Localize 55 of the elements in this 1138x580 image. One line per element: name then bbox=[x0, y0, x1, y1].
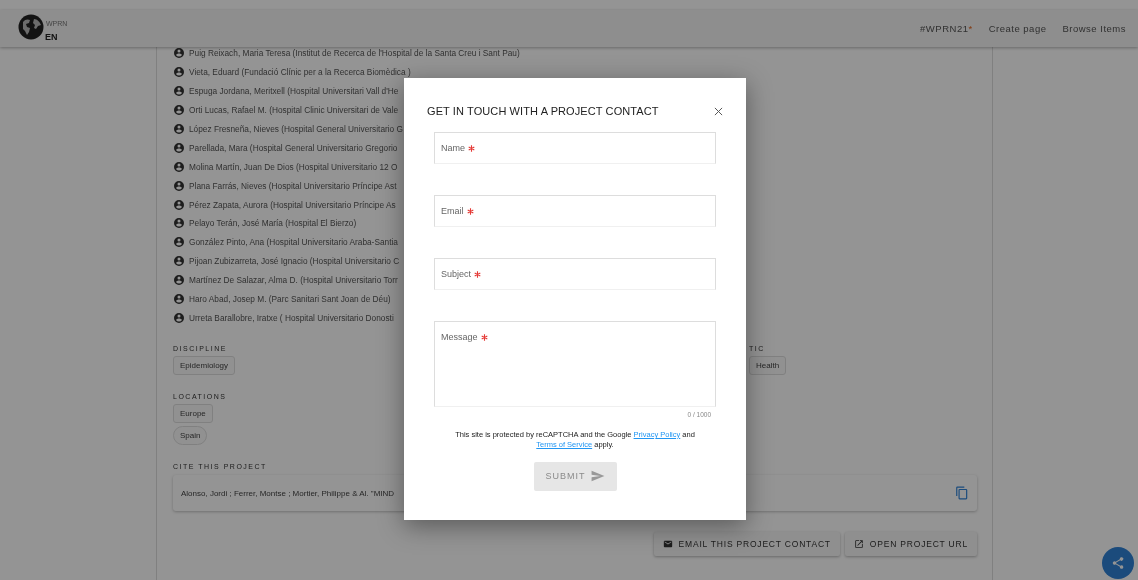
person-icon bbox=[173, 274, 185, 287]
share-icon bbox=[1111, 556, 1125, 570]
person-icon bbox=[173, 179, 185, 192]
hashtag-link[interactable]: #WPRN21 bbox=[920, 23, 969, 34]
contact-name: Urreta Barallobre, Iratxe ( Hospital Universitario Donosti bbox=[189, 312, 394, 323]
external-link-icon bbox=[853, 539, 864, 550]
contact-name: Pelayo Terán, José María (Hospital El Bierzo) bbox=[189, 218, 357, 229]
contact-name: Espuga Jordana, Meritxell (Hospital Universitari Vall d'He bbox=[189, 86, 399, 97]
contact-name: López Fresneña, Nieves (Hospital General Universitario G bbox=[189, 124, 403, 134]
contact-name: Puig Reixach, Maria Teresa (Institut de Recerca de l'Hospital de la Santa Creu i Sant Pau) bbox=[189, 48, 520, 59]
contact-name: Haro Abad, Josep M. (Parc Sanitari Sant Joan de Déu) bbox=[189, 294, 391, 304]
contact-name: Orti Lucas, Rafael M. (Hospital Clinic Universitari de Vale bbox=[189, 105, 399, 116]
action-button[interactable]: OPEN PROJECT URL bbox=[844, 532, 977, 557]
person-icon bbox=[173, 255, 185, 268]
person-icon bbox=[173, 217, 185, 230]
input-field[interactable]: Subject bbox=[434, 258, 716, 290]
contact-name: Martínez De Salazar, Alma D. (Hospital Universitario Torr bbox=[189, 275, 398, 286]
language-label[interactable]: EN bbox=[45, 31, 58, 42]
person-icon bbox=[173, 160, 185, 173]
tag-chip: Epidemiology bbox=[173, 356, 236, 376]
asterisk-mark: * bbox=[968, 23, 973, 34]
action-button[interactable]: EMAIL THIS PROJECT CONTACT bbox=[653, 532, 840, 557]
dialog-title: GET IN TOUCH WITH A PROJECT CONTACT bbox=[427, 105, 659, 117]
citation-text: Alonso, Jordi ; Ferrer, Montse ; Mortier, Philippe & Al. "MIND bbox=[181, 488, 395, 498]
person-icon bbox=[173, 47, 185, 60]
message-field[interactable]: Message bbox=[434, 321, 716, 407]
person-icon bbox=[173, 293, 185, 305]
person-icon bbox=[173, 311, 185, 324]
tag-chip: Health bbox=[749, 356, 787, 376]
person-icon bbox=[173, 85, 185, 98]
contact-name: González Pinto, Ana (Hospital Universitario Araba-Santia bbox=[189, 237, 398, 248]
nav-link[interactable]: Browse Items bbox=[1062, 23, 1126, 34]
close-button[interactable] bbox=[714, 106, 723, 116]
contact-name: Vieta, Eduard (Fundació Clínic per a la Recerca Biomèdica ) bbox=[189, 67, 411, 78]
share-button[interactable] bbox=[1102, 547, 1134, 579]
tag-chip: Spain bbox=[173, 426, 208, 446]
input-field[interactable]: Email bbox=[434, 195, 716, 227]
contact-name: Molina Martín, Juan De Dios (Hospital Universitario 12 O bbox=[189, 161, 398, 172]
envelope-icon bbox=[662, 539, 673, 550]
person-icon bbox=[173, 141, 185, 154]
input-field[interactable]: Name bbox=[434, 132, 716, 164]
person-icon bbox=[173, 123, 185, 135]
send-icon bbox=[590, 470, 605, 482]
contact-name: Plana Farrás, Nieves (Hospital Universitario Príncipe Ast bbox=[189, 180, 397, 191]
person-icon bbox=[173, 104, 185, 117]
contact-name: Pérez Zapata, Aurora (Hospital Universitario Príncipe As bbox=[189, 199, 396, 210]
copy-icon[interactable] bbox=[955, 486, 969, 501]
contact-name: Parellada, Mara (Hospital General Universitario Gregorio bbox=[189, 142, 398, 153]
tag-chip: Europe bbox=[173, 404, 213, 424]
person-icon bbox=[173, 66, 185, 79]
person-icon bbox=[173, 198, 185, 211]
contact-name: Pijoan Zubizarreta, José Ignacio (Hospital Universitario C bbox=[189, 256, 400, 267]
person-icon bbox=[173, 236, 185, 249]
globe-icon bbox=[18, 13, 44, 40]
nav-link[interactable]: Create page bbox=[988, 23, 1047, 34]
